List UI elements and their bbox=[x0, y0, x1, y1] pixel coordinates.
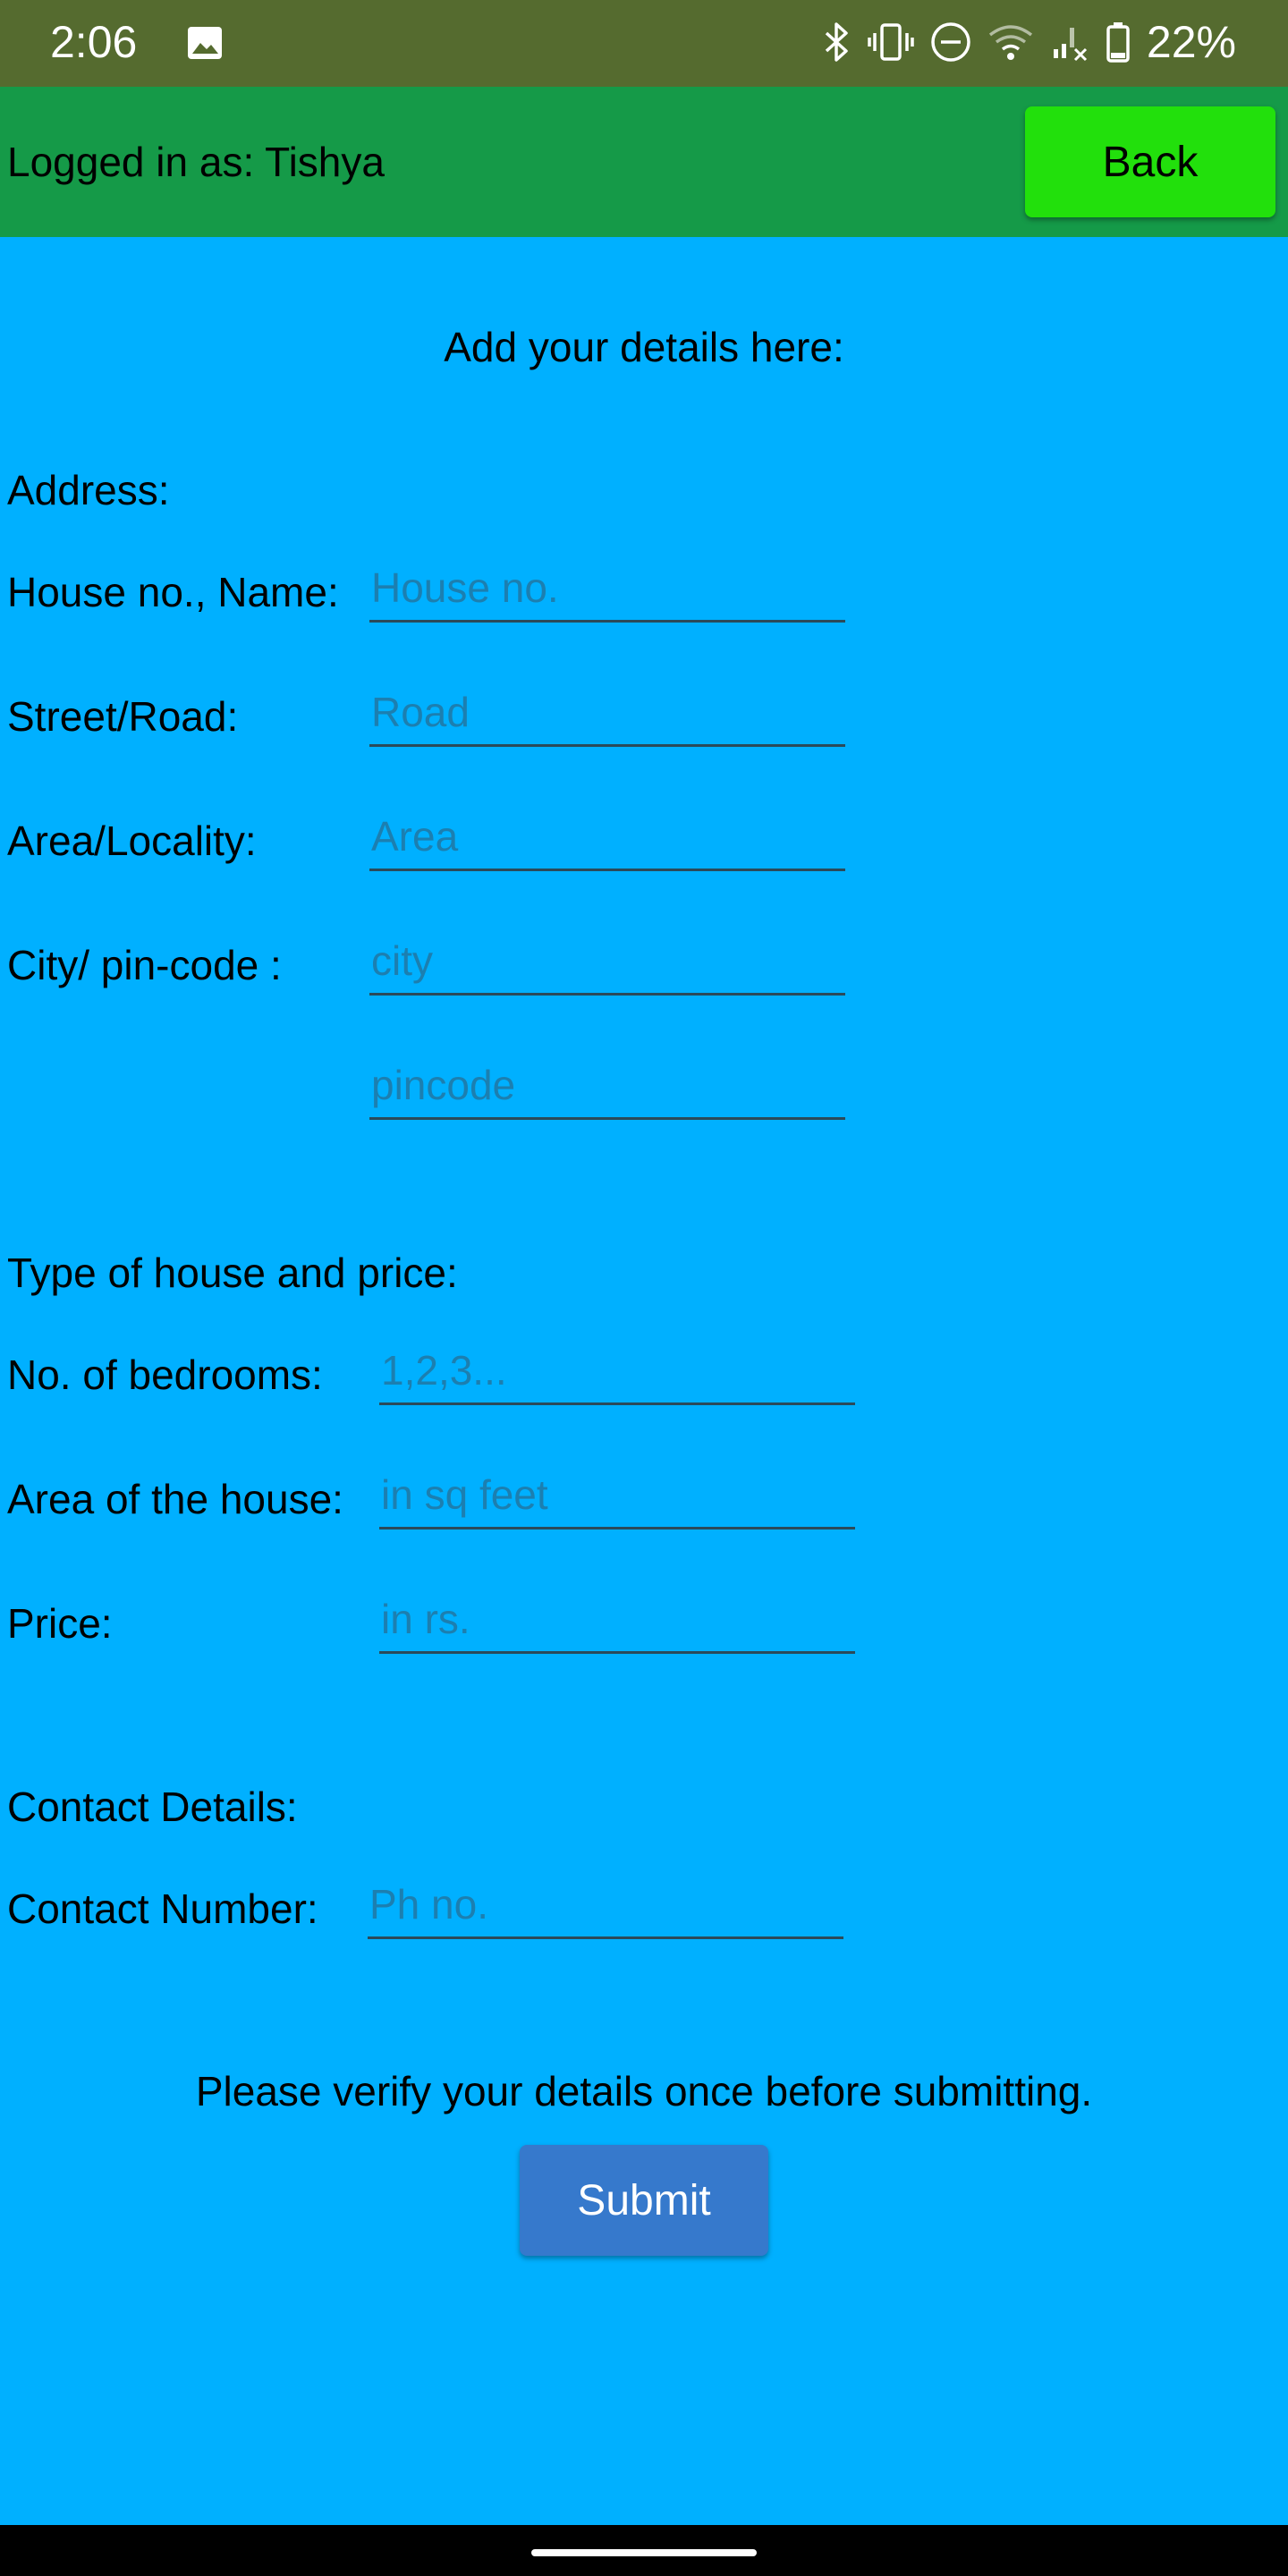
battery-percentage: 22% bbox=[1146, 17, 1236, 67]
do-not-disturb-icon bbox=[931, 22, 970, 62]
verify-note: Please verify your details once before s… bbox=[195, 2068, 1093, 2114]
contact-number-field[interactable] bbox=[368, 1873, 843, 1939]
status-bar: 2:06 22% bbox=[0, 0, 1288, 87]
city-field[interactable] bbox=[369, 929, 845, 996]
form-heading: Add your details here: bbox=[444, 324, 844, 370]
battery-icon bbox=[1106, 22, 1130, 63]
house-type-section-title: Type of house and price: bbox=[7, 1250, 458, 1296]
contact-number-input[interactable] bbox=[368, 1873, 843, 1936]
house-area-label: Area of the house: bbox=[7, 1476, 343, 1522]
vibrate-icon bbox=[868, 23, 914, 61]
app-header: Logged in as: Tishya Back bbox=[0, 87, 1288, 237]
city-input[interactable] bbox=[369, 929, 845, 992]
house-field[interactable] bbox=[369, 556, 845, 623]
submit-button[interactable]: Submit bbox=[520, 2145, 768, 2256]
bedrooms-label: No. of bedrooms: bbox=[7, 1352, 323, 1398]
signal-icon bbox=[1053, 28, 1087, 62]
house-area-input[interactable] bbox=[379, 1463, 855, 1526]
image-icon bbox=[188, 27, 222, 59]
area-locality-input[interactable] bbox=[369, 805, 845, 868]
contact-number-label: Contact Number: bbox=[7, 1885, 318, 1932]
price-field[interactable] bbox=[379, 1588, 855, 1654]
pincode-input[interactable] bbox=[369, 1054, 845, 1116]
home-indicator[interactable] bbox=[531, 2549, 757, 2556]
pincode-field[interactable] bbox=[369, 1054, 845, 1120]
bluetooth-icon bbox=[825, 22, 848, 62]
house-input[interactable] bbox=[369, 556, 845, 619]
city-pincode-label: City/ pin-code : bbox=[7, 942, 282, 988]
area-locality-field[interactable] bbox=[369, 805, 845, 871]
area-locality-label: Area/Locality: bbox=[7, 818, 257, 864]
street-input[interactable] bbox=[369, 681, 845, 743]
logged-in-label: Logged in as: Tishya bbox=[7, 139, 385, 185]
back-button[interactable]: Back bbox=[1025, 106, 1275, 217]
price-label: Price: bbox=[7, 1600, 113, 1647]
price-input[interactable] bbox=[379, 1588, 855, 1650]
house-area-field[interactable] bbox=[379, 1463, 855, 1530]
bedrooms-field[interactable] bbox=[379, 1339, 855, 1405]
address-section-title: Address: bbox=[7, 467, 170, 513]
bedrooms-input[interactable] bbox=[379, 1339, 855, 1402]
status-time: 2:06 bbox=[50, 17, 138, 67]
house-label: House no., Name: bbox=[7, 569, 339, 615]
street-label: Street/Road: bbox=[7, 693, 239, 740]
status-icons: 22% bbox=[821, 13, 1236, 72]
street-field[interactable] bbox=[369, 681, 845, 747]
contact-section-title: Contact Details: bbox=[7, 1784, 298, 1830]
wifi-icon bbox=[988, 25, 1032, 60]
